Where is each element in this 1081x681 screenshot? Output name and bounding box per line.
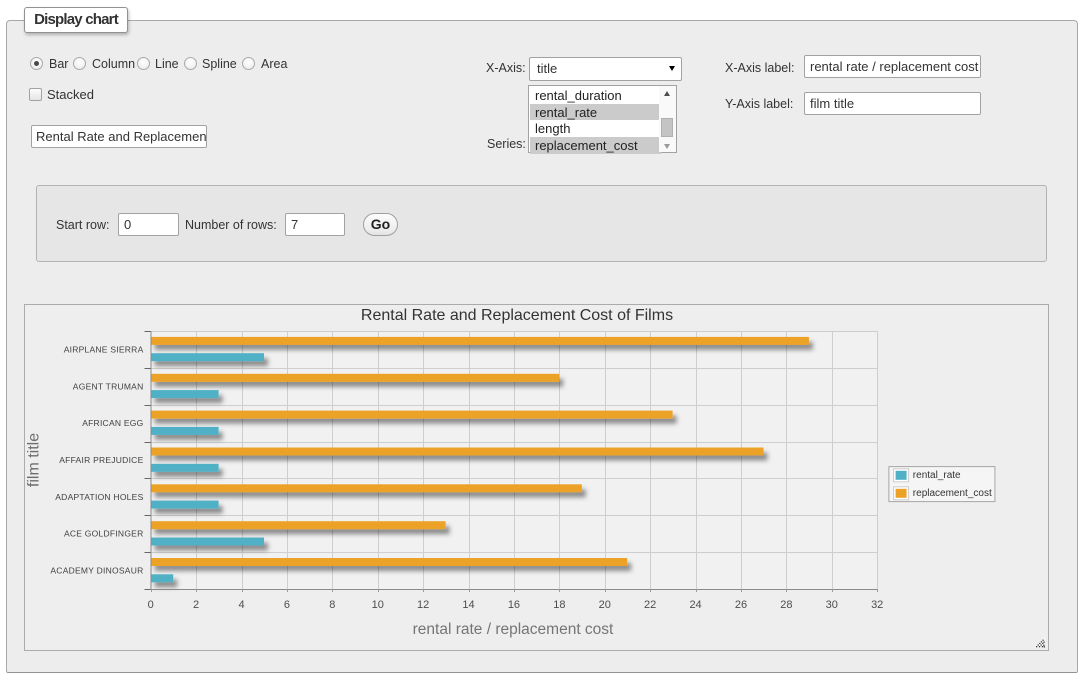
svg-text:Rental Rate and Replacement Co: Rental Rate and Replacement Cost of Film… [361,307,673,324]
svg-text:AFFAIR PREJUDICE: AFFAIR PREJUDICE [59,455,143,465]
svg-text:10: 10 [372,599,384,611]
svg-text:16: 16 [508,599,520,611]
svg-text:0: 0 [148,599,154,611]
svg-text:30: 30 [826,599,838,611]
svg-text:AGENT TRUMAN: AGENT TRUMAN [73,381,144,391]
svg-text:rental rate / replacement cost: rental rate / replacement cost [413,621,614,638]
svg-text:2: 2 [193,599,199,611]
svg-text:rental_rate: rental_rate [913,470,961,481]
svg-text:20: 20 [599,599,611,611]
svg-text:ADAPTATION HOLES: ADAPTATION HOLES [55,492,143,502]
svg-text:film title: film title [26,433,43,487]
svg-text:6: 6 [284,599,290,611]
svg-text:18: 18 [553,599,565,611]
svg-text:4: 4 [238,599,244,611]
svg-text:8: 8 [329,599,335,611]
svg-text:24: 24 [689,599,701,611]
svg-text:26: 26 [735,599,747,611]
svg-text:AIRPLANE SIERRA: AIRPLANE SIERRA [64,344,144,354]
svg-text:14: 14 [462,599,474,611]
svg-text:ACADEMY DINOSAUR: ACADEMY DINOSAUR [50,566,143,576]
svg-text:32: 32 [871,599,883,611]
svg-text:ACE GOLDFINGER: ACE GOLDFINGER [64,529,144,539]
svg-text:replacement_cost: replacement_cost [913,488,992,499]
svg-text:22: 22 [644,599,656,611]
svg-text:AFRICAN EGG: AFRICAN EGG [82,418,143,428]
svg-text:28: 28 [780,599,792,611]
svg-text:12: 12 [417,599,429,611]
